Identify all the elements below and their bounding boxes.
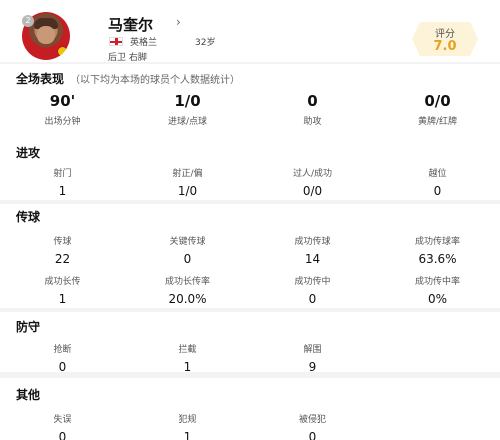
player-age: 32岁 xyxy=(195,38,216,48)
stat-value: 0 xyxy=(433,184,442,198)
stat-label: 传球 xyxy=(53,237,72,247)
other-title: 其他 xyxy=(16,388,41,402)
stat-label: 成功传中 xyxy=(294,277,331,287)
summary-item: 90' 出场分钟 xyxy=(0,92,125,127)
stat-label: 成功长传率 xyxy=(164,277,210,287)
player-name[interactable]: 马奎尔 xyxy=(108,14,153,35)
stat-label: 射正/偏 xyxy=(172,169,203,179)
stat-value: 1 xyxy=(183,430,192,440)
summary-label: 进球/点球 xyxy=(167,117,208,127)
shirt-number-badge: 2 xyxy=(22,15,34,27)
stat-label: 拦截 xyxy=(178,345,197,355)
stat-value: 22 xyxy=(54,252,71,266)
summary-label: 出场分钟 xyxy=(44,117,81,127)
stat-label: 成功传球 xyxy=(294,237,331,247)
attack-section: 进攻 射门 1 射正/偏 1/0 过人/成功 0/0 越位 0 xyxy=(0,140,500,200)
stat-label: 成功传中率 xyxy=(414,277,460,287)
stat-value: 0 xyxy=(308,292,317,306)
stat-label: 被侵犯 xyxy=(298,415,326,425)
stat-value: 0/0 xyxy=(302,184,323,198)
stat-item: 成功传球率 63.6% xyxy=(375,234,500,266)
summary-item: 0/0 黄牌/红牌 xyxy=(375,92,500,127)
stat-item: 成功传球 14 xyxy=(250,234,375,266)
stat-label: 成功传球率 xyxy=(414,237,460,247)
stat-label: 解围 xyxy=(303,345,322,355)
rating-label: 评分 xyxy=(435,29,455,40)
stat-item: 成功传中 0 xyxy=(250,274,375,306)
attack-title: 进攻 xyxy=(16,146,41,160)
stat-value: 63.6% xyxy=(418,252,457,266)
summary-label: 助攻 xyxy=(303,117,322,127)
club-badge-icon xyxy=(57,46,68,57)
stat-item: 成功传中率 0% xyxy=(375,274,500,306)
defense-title: 防守 xyxy=(16,320,41,334)
player-position: 后卫 右脚 xyxy=(108,53,147,63)
summary-value: 1/0 xyxy=(174,92,201,110)
stat-item: 关键传球 0 xyxy=(125,234,250,266)
stat-item: 射正/偏 1/0 xyxy=(125,166,250,198)
passing-section: 传球 传球 22 关键传球 0 成功传球 14 成功传球率 63.6% 成功长传… xyxy=(0,204,500,308)
stat-item: 抢断 0 xyxy=(0,342,125,374)
rating-value: 7.0 xyxy=(433,39,457,54)
summary-title-text: 全场表现 xyxy=(16,72,65,86)
stat-value: 1 xyxy=(58,184,67,198)
stat-label: 射门 xyxy=(53,169,72,179)
stat-item: 拦截 1 xyxy=(125,342,250,374)
passing-title: 传球 xyxy=(16,210,41,224)
player-country: 英格兰 xyxy=(130,38,158,48)
stat-item: 射门 1 xyxy=(0,166,125,198)
stat-item: 成功长传率 20.0% xyxy=(125,274,250,306)
stat-value: 0 xyxy=(308,430,317,440)
stat-label: 关键传球 xyxy=(169,237,206,247)
player-header[interactable]: 2 马奎尔 › 英格兰 32岁 后卫 右脚 评分 7.0 xyxy=(0,0,500,63)
stat-item: 失误 0 xyxy=(0,412,125,440)
stat-value: 20.0% xyxy=(168,292,207,306)
stat-value: 9 xyxy=(308,360,317,374)
stat-label: 犯规 xyxy=(178,415,197,425)
stat-item: 过人/成功 0/0 xyxy=(250,166,375,198)
defense-section: 防守 抢断 0 拦截 1 解围 9 xyxy=(0,312,500,374)
stat-value: 0 xyxy=(183,252,192,266)
summary-label: 黄牌/红牌 xyxy=(417,117,458,127)
summary-value: 90' xyxy=(49,92,76,110)
summary-value: 0 xyxy=(307,92,318,110)
stat-value: 0 xyxy=(58,430,67,440)
stat-item: 被侵犯 0 xyxy=(250,412,375,440)
summary-item: 1/0 进球/点球 xyxy=(125,92,250,127)
stat-label: 抢断 xyxy=(53,345,72,355)
stat-value: 1 xyxy=(183,360,192,374)
stat-value: 14 xyxy=(304,252,321,266)
summary-section: 全场表现 （以下均为本场的球员个人数据统计） 90' 出场分钟 1/0 进球/点球… xyxy=(0,64,500,144)
stat-label: 失误 xyxy=(53,415,72,425)
other-section: 其他 失误 0 犯规 1 被侵犯 0 xyxy=(0,378,500,440)
summary-item: 0 助攻 xyxy=(250,92,375,127)
chevron-right-icon[interactable]: › xyxy=(176,15,181,29)
england-flag-icon xyxy=(109,37,123,46)
stat-item: 成功长传 1 xyxy=(0,274,125,306)
stat-value: 0 xyxy=(58,360,67,374)
stat-item: 解围 9 xyxy=(250,342,375,374)
avatar-face xyxy=(37,26,55,44)
stat-value: 0% xyxy=(427,292,448,306)
stat-item: 犯规 1 xyxy=(125,412,250,440)
summary-value: 0/0 xyxy=(424,92,451,110)
stat-item: 越位 0 xyxy=(375,166,500,198)
rating-badge: 评分 7.0 xyxy=(412,22,478,56)
stat-label: 越位 xyxy=(428,169,447,179)
stat-label: 过人/成功 xyxy=(292,169,333,179)
stat-label: 成功长传 xyxy=(44,277,81,287)
stat-value: 1/0 xyxy=(177,184,198,198)
summary-note: （以下均为本场的球员个人数据统计） xyxy=(70,75,241,86)
stat-item: 传球 22 xyxy=(0,234,125,266)
summary-title: 全场表现 （以下均为本场的球员个人数据统计） xyxy=(16,70,240,87)
stat-value: 1 xyxy=(58,292,67,306)
